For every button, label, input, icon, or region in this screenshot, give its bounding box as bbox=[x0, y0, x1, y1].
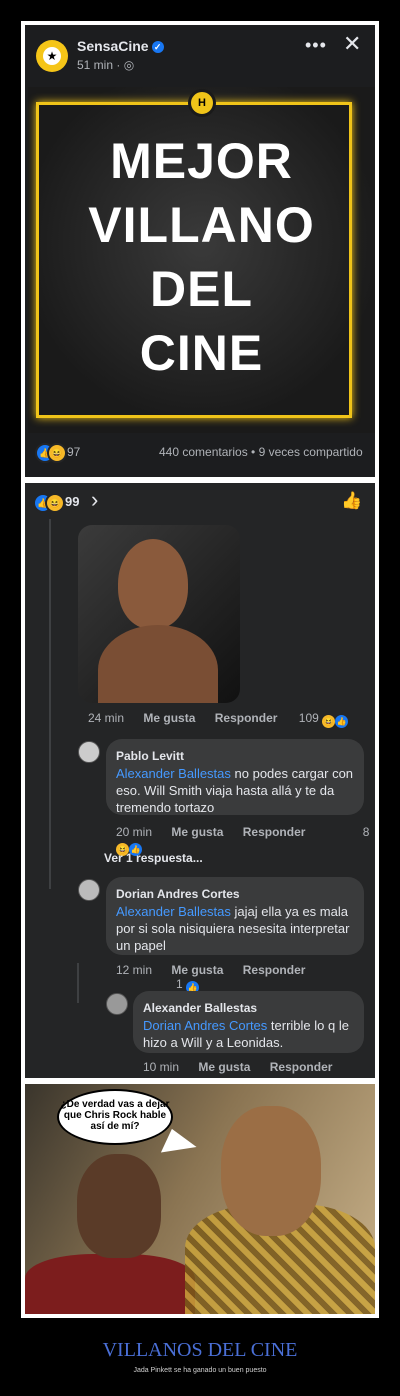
more-options-button[interactable]: ••• bbox=[305, 35, 327, 56]
meme-image: ¿De verdad vas a dejar que Chris Rock ha… bbox=[25, 1084, 375, 1314]
like-button[interactable]: Me gusta bbox=[171, 825, 223, 839]
poster-line: MEJOR bbox=[110, 133, 293, 189]
comment-reactions-count[interactable]: 99 bbox=[65, 494, 79, 509]
comment-time: 24 min bbox=[88, 711, 125, 725]
post-image[interactable]: H MEJOR VILLANO DEL CINE bbox=[28, 87, 375, 433]
avatar[interactable] bbox=[78, 741, 100, 763]
reply-button[interactable]: Responder bbox=[215, 711, 278, 725]
image-frame: ★ SensaCine ✓ 51 min · ◎ ••• ✕ H MEJOR VI… bbox=[21, 21, 379, 1318]
comments-panel: 👍 😆 99 › 👍 24 min Me gusta Responder 109… bbox=[25, 483, 375, 1078]
comment-meta: 10 min Me gusta Responder bbox=[143, 1060, 332, 1074]
poster-line: VILLANO bbox=[88, 197, 315, 253]
like-button[interactable]: Me gusta bbox=[171, 963, 223, 977]
verified-icon: ✓ bbox=[151, 41, 164, 53]
mention-link[interactable]: Alexander Ballestas bbox=[116, 904, 231, 919]
post-time: 51 min · ◎ bbox=[77, 58, 135, 72]
star-icon: ★ bbox=[43, 47, 61, 65]
caption-subtitle: Jada Pinkett se ha ganado un buen puesto bbox=[133, 1367, 267, 1374]
post-stats[interactable]: 440 comentarios • 9 veces compartido bbox=[159, 445, 363, 459]
haha-reaction-icon: 😆 bbox=[45, 493, 65, 513]
mention-link[interactable]: Alexander Ballestas bbox=[116, 766, 231, 781]
comment-meta: 12 min Me gusta Responder 1 👍 bbox=[116, 963, 375, 994]
comment-meta: 24 min Me gusta Responder 109 😆 👍 bbox=[88, 711, 349, 728]
like-button[interactable]: Me gusta bbox=[143, 711, 195, 725]
comment-photo[interactable] bbox=[78, 525, 240, 703]
globe-icon: ◎ bbox=[123, 58, 135, 72]
thread-line bbox=[77, 963, 79, 1003]
reply-button[interactable]: Responder bbox=[243, 825, 306, 839]
avatar[interactable] bbox=[106, 993, 128, 1015]
comment-author[interactable]: Pablo Levitt bbox=[116, 749, 184, 763]
view-replies-link[interactable]: Ver 1 respuesta... bbox=[104, 851, 203, 865]
comment-text: Dorian Andres Cortes terrible lo q le hi… bbox=[143, 1017, 357, 1051]
haha-reaction-icon: 😆 bbox=[322, 715, 336, 728]
like-reaction-icon: 👍 bbox=[335, 715, 349, 728]
poster-line: CINE bbox=[139, 325, 264, 381]
comment-bubble: Dorian Andres Cortes Alexander Ballestas… bbox=[106, 877, 364, 955]
reaction-count[interactable]: 1 bbox=[176, 977, 183, 991]
close-button[interactable]: ✕ bbox=[343, 31, 361, 57]
comment-time: 20 min bbox=[116, 825, 153, 839]
poster-line: DEL bbox=[150, 261, 253, 317]
page-avatar[interactable]: ★ bbox=[36, 40, 68, 72]
xerxes-face bbox=[221, 1106, 321, 1236]
reaction-count[interactable]: 109 bbox=[299, 711, 319, 725]
reaction-count[interactable]: 8 bbox=[363, 825, 370, 839]
comment-time: 10 min bbox=[143, 1060, 180, 1074]
thread-line bbox=[49, 519, 51, 889]
red-cloak bbox=[25, 1254, 195, 1314]
comment-author[interactable]: Alexander Ballestas bbox=[143, 1001, 257, 1015]
reactions-count[interactable]: 97 bbox=[67, 445, 80, 459]
speech-bubble: ¿De verdad vas a dejar que Chris Rock ha… bbox=[57, 1089, 173, 1145]
avatar[interactable] bbox=[78, 879, 100, 901]
post-panel: ★ SensaCine ✓ 51 min · ◎ ••• ✕ H MEJOR VI… bbox=[25, 25, 375, 477]
haha-reaction-icon: 😆 bbox=[47, 443, 67, 463]
like-outline-icon[interactable]: 👍 bbox=[341, 491, 362, 511]
comment-text: Alexander Ballestas no podes cargar con … bbox=[116, 765, 356, 816]
comment-time: 12 min bbox=[116, 963, 153, 977]
sensacine-logo-icon: H bbox=[188, 89, 216, 117]
like-button[interactable]: Me gusta bbox=[198, 1060, 250, 1074]
comment-bubble: Alexander Ballestas Dorian Andres Cortes… bbox=[133, 991, 364, 1053]
comment-bubble: Pablo Levitt Alexander Ballestas no pode… bbox=[106, 739, 364, 815]
page-name[interactable]: SensaCine ✓ bbox=[77, 38, 164, 54]
mention-link[interactable]: Dorian Andres Cortes bbox=[143, 1018, 267, 1033]
portrait-shoulders bbox=[98, 625, 218, 703]
portrait-head bbox=[118, 539, 188, 629]
reply-button[interactable]: Responder bbox=[270, 1060, 333, 1074]
comment-author[interactable]: Dorian Andres Cortes bbox=[116, 887, 240, 901]
poster-title: MEJOR VILLANO DEL CINE bbox=[28, 129, 375, 385]
caption-title: VILLANOS DEL CINE bbox=[102, 1339, 298, 1361]
comment-text: Alexander Ballestas jajaj ella ya es mal… bbox=[116, 903, 356, 954]
chevron-right-icon[interactable]: › bbox=[91, 487, 98, 513]
man-face bbox=[77, 1154, 161, 1258]
reply-button[interactable]: Responder bbox=[243, 963, 306, 977]
